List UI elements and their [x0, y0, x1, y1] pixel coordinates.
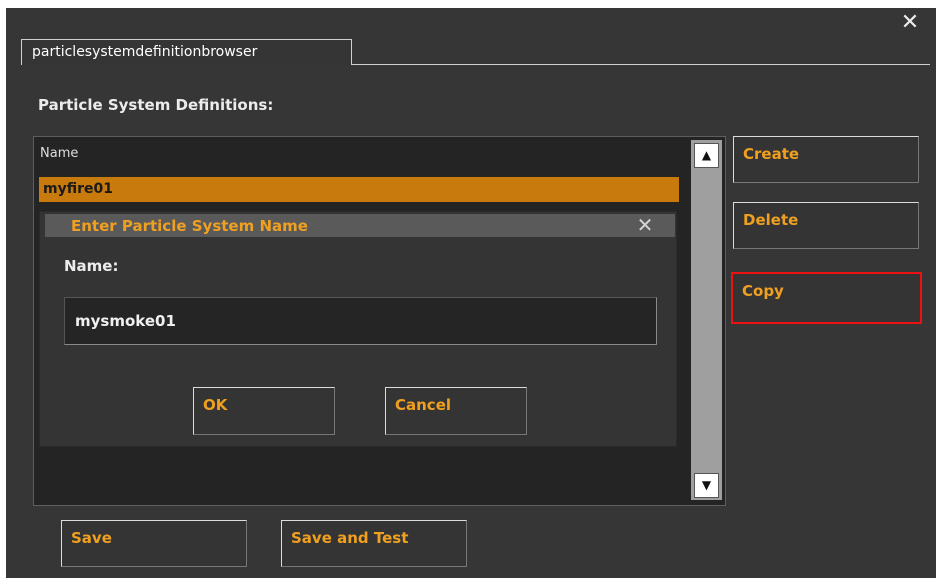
name-label: Name:	[64, 257, 119, 275]
ok-button[interactable]: OK	[193, 387, 335, 435]
save-and-test-button[interactable]: Save and Test	[281, 520, 467, 567]
create-button[interactable]: Create	[733, 136, 919, 183]
scroll-up-icon[interactable]: ▲	[694, 143, 719, 168]
cancel-button[interactable]: Cancel	[385, 387, 527, 435]
delete-button[interactable]: Delete	[733, 202, 919, 249]
tab-particlesystemdefinitionbrowser[interactable]: particlesystemdefinitionbrowser	[21, 39, 352, 65]
list-item[interactable]: myfire01	[39, 177, 679, 202]
window-close-icon[interactable]: ✕	[894, 10, 926, 36]
scrollbar-track[interactable]	[691, 140, 722, 500]
list-column-header-name[interactable]: Name	[40, 146, 78, 161]
scroll-down-icon[interactable]: ▼	[694, 473, 719, 498]
tab-divider	[352, 64, 930, 65]
copy-button[interactable]: Copy	[731, 272, 922, 324]
save-button[interactable]: Save	[61, 520, 247, 567]
dialog-close-icon[interactable]: ✕	[632, 213, 658, 237]
dialog-title: Enter Particle System Name	[71, 217, 308, 235]
section-title: Particle System Definitions:	[38, 96, 274, 114]
name-input[interactable]: mysmoke01	[64, 297, 657, 345]
